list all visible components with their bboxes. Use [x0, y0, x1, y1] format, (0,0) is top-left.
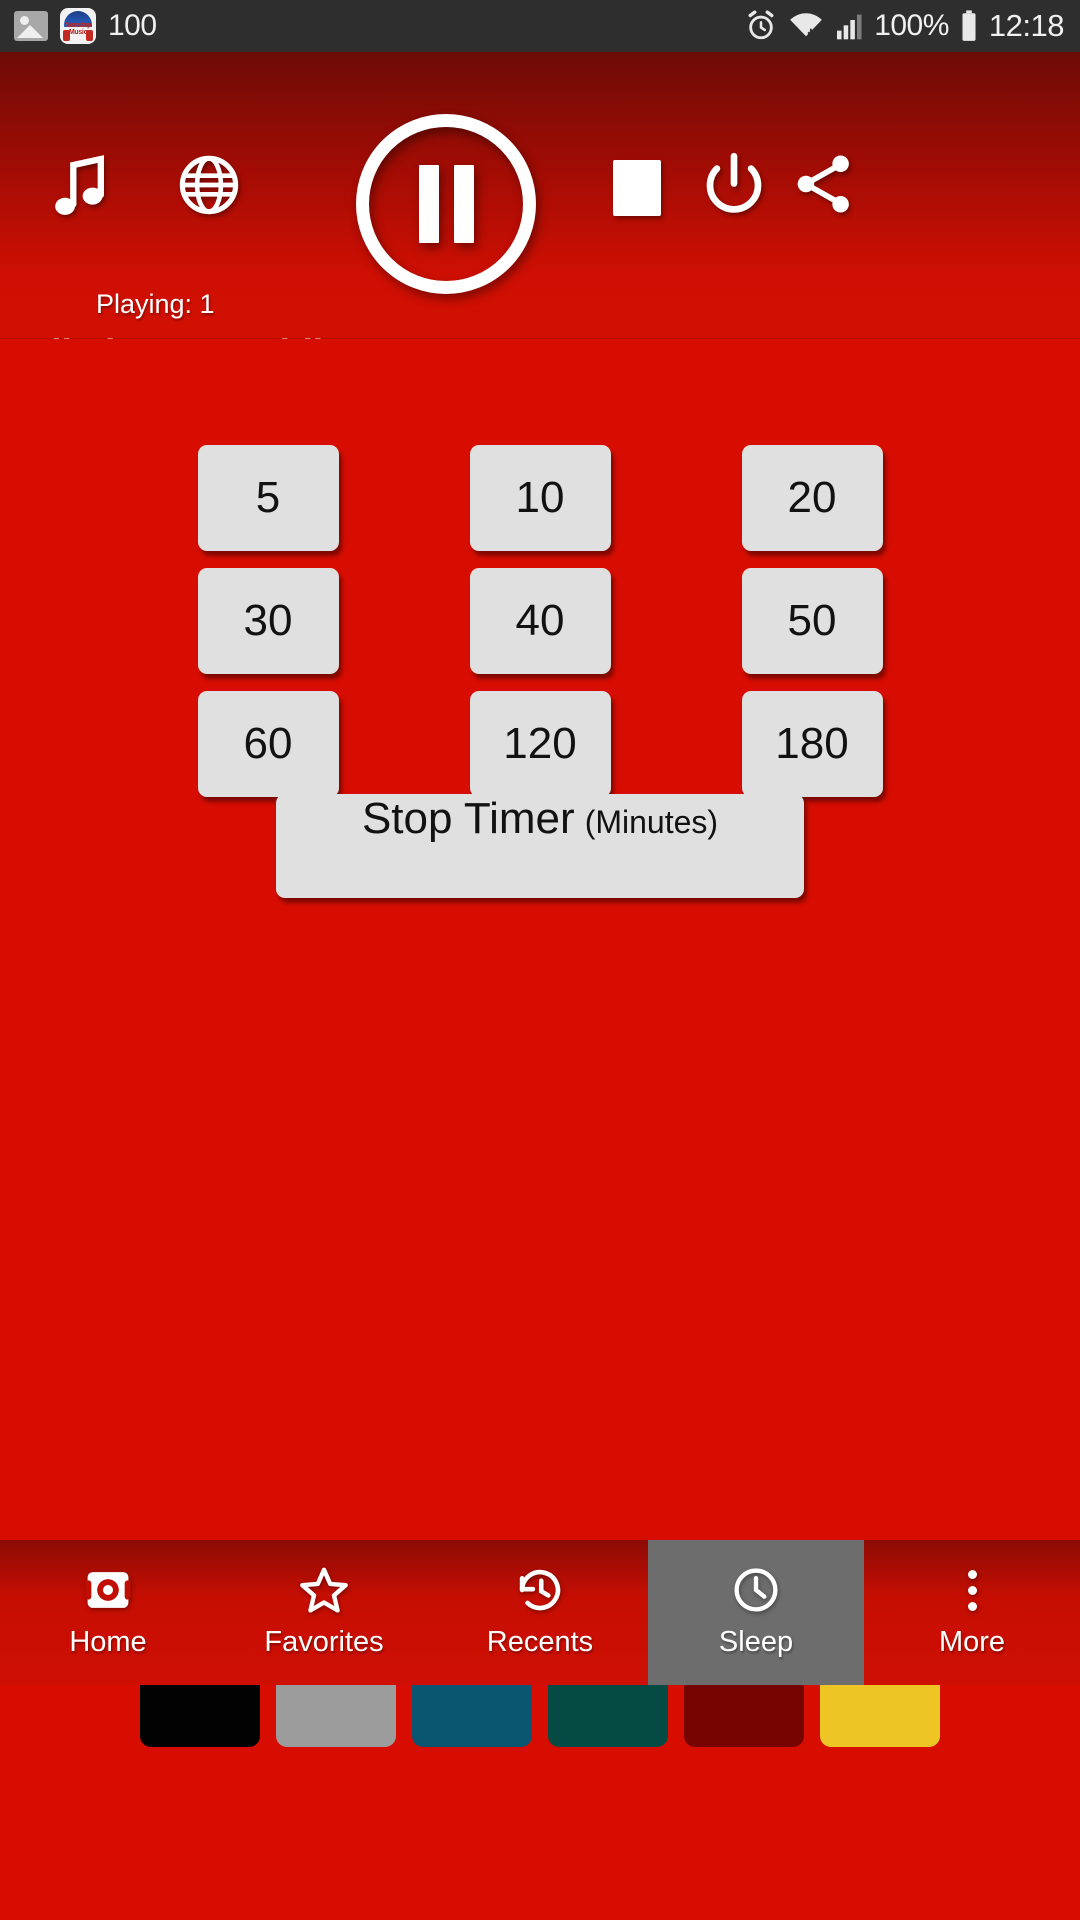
stop-button[interactable] [613, 160, 661, 216]
timer-button-180[interactable]: 180 [741, 691, 883, 797]
nav-label-favorites: Favorites [264, 1626, 384, 1658]
timer-row: 5 10 20 [0, 445, 1080, 551]
status-bar-system-icons: 100% 12:18 [744, 8, 1065, 44]
timer-row: 60 120 180 [0, 691, 1080, 797]
stop-timer-button[interactable]: Stop Timer (Minutes) [276, 794, 804, 898]
timer-button-50[interactable]: 50 [741, 568, 883, 674]
nav-label-home: Home [69, 1626, 147, 1658]
timer-button-40[interactable]: 40 [469, 568, 611, 674]
nav-label-sleep: Sleep [718, 1626, 794, 1658]
sleep-timer-screen: 5 10 20 30 40 50 60 120 180 Stop Timer (… [0, 339, 1080, 1747]
power-button[interactable] [702, 152, 766, 216]
bottom-navigation-bar: Home Favorites Recents Sleep More [0, 1540, 1080, 1685]
radio-icon [82, 1566, 134, 1614]
stop-icon [613, 160, 661, 216]
globe-glyph [179, 155, 239, 215]
battery-percent-label: 100% [874, 9, 949, 42]
nav-item-more[interactable]: More [864, 1540, 1080, 1685]
pause-bar-right [453, 165, 474, 243]
nav-label-recents: Recents [486, 1626, 594, 1658]
nonstop-music-app-icon: Nonstop Music [60, 8, 96, 44]
timer-button-10[interactable]: 10 [469, 445, 611, 551]
timer-row: 30 40 50 [0, 568, 1080, 674]
stop-timer-label: Stop Timer [361, 794, 575, 843]
globe-icon[interactable] [178, 154, 240, 216]
android-status-bar: Nonstop Music 100 100% 12:18 [0, 0, 1080, 52]
nav-item-recents[interactable]: Recents [432, 1540, 648, 1685]
timer-button-30[interactable]: 30 [197, 568, 339, 674]
status-bar-notifications: Nonstop Music 100 [14, 8, 157, 44]
power-icon [706, 152, 762, 213]
player-header: Playing: 1 [0, 52, 1080, 339]
status-bar-clock: 12:18 [988, 8, 1065, 43]
clock-icon [730, 1566, 782, 1614]
playing-status-label: Playing: 1 [96, 289, 215, 319]
battery-full-icon [962, 10, 976, 41]
play-pause-button[interactable] [356, 114, 536, 294]
music-note-icon[interactable] [48, 152, 114, 226]
sleep-timer-grid: 5 10 20 30 40 50 60 120 180 [0, 445, 1080, 797]
timer-button-120[interactable]: 120 [469, 691, 611, 797]
nav-item-sleep[interactable]: Sleep [648, 1540, 864, 1685]
timer-button-60[interactable]: 60 [197, 691, 339, 797]
more-vertical-icon [967, 1566, 977, 1614]
nav-item-favorites[interactable]: Favorites [216, 1540, 432, 1685]
timer-button-20[interactable]: 20 [741, 445, 883, 551]
music-note-glyph [55, 155, 104, 215]
wifi-icon [790, 13, 822, 37]
nav-item-home[interactable]: Home [0, 1540, 216, 1685]
nav-label-more: More [938, 1626, 1006, 1658]
history-clock-icon [514, 1566, 566, 1614]
app-icon-label: Nonstop Music [64, 22, 92, 36]
gallery-icon [14, 11, 48, 41]
share-button[interactable] [790, 152, 856, 216]
notification-count: 100 [108, 9, 157, 42]
stop-timer-units-label: (Minutes) [584, 804, 719, 840]
share-icon [797, 155, 849, 213]
alarm-clock-icon [748, 10, 774, 40]
cellular-signal-icon [837, 14, 862, 40]
pause-bar-left [418, 165, 439, 243]
timer-button-5[interactable]: 5 [197, 445, 339, 551]
star-icon [297, 1566, 351, 1614]
